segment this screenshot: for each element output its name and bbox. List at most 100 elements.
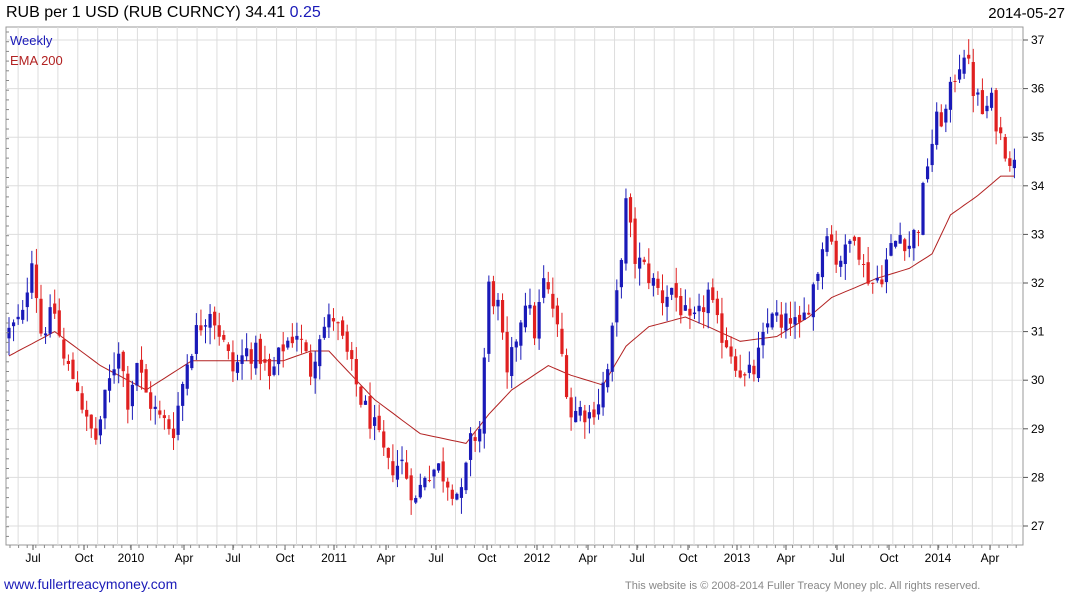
candle-body (112, 369, 116, 376)
candle-body (843, 244, 847, 265)
legend-item: Weekly (10, 33, 53, 48)
candle-body (642, 259, 646, 263)
candle-body (395, 465, 400, 480)
candle-body (350, 350, 354, 360)
candle-body (80, 393, 84, 410)
candle-body (222, 334, 226, 340)
candle-body (834, 240, 838, 265)
candle-body (724, 340, 729, 348)
candle-body (382, 431, 386, 448)
candle-body (948, 81, 953, 110)
candle-body (583, 410, 587, 423)
candle-body (857, 237, 861, 260)
candle-body (103, 389, 107, 419)
candle-body (766, 323, 770, 328)
candle-body (679, 295, 683, 316)
candle-body (500, 300, 505, 333)
candle-body (830, 234, 834, 242)
candle-body (299, 338, 304, 340)
candle-body (893, 240, 898, 247)
candle-body (989, 92, 994, 108)
candle-body (176, 405, 180, 435)
candle-body (967, 54, 971, 59)
candle-body (985, 105, 989, 112)
candle-body (816, 273, 820, 281)
candle-body (194, 325, 198, 354)
candle-body (825, 236, 829, 252)
candle-body (331, 318, 336, 322)
candle-body (1008, 158, 1012, 166)
candle-body (738, 370, 742, 378)
candle-body (944, 108, 948, 123)
candle-body (569, 397, 573, 418)
candle-body (537, 301, 541, 339)
y-tick-label: 33 (1031, 227, 1045, 241)
candle-body (446, 481, 450, 488)
candle-body (601, 382, 605, 408)
candle-body (34, 264, 39, 299)
y-tick-label: 28 (1031, 470, 1045, 484)
candle-body (578, 406, 582, 416)
candle-body (564, 355, 569, 398)
candle-body (235, 362, 240, 373)
candle-body (263, 359, 267, 363)
footer-website-link[interactable]: www.fullertreacymoney.com (4, 576, 177, 592)
candle-body (770, 313, 774, 328)
candle-body (66, 360, 71, 365)
candle-body (688, 308, 692, 316)
footer-copyright: This website is © 2008-2014 Fuller Treac… (625, 580, 981, 592)
candle-body (85, 409, 89, 417)
candle-body (596, 404, 601, 415)
legend-item: EMA 200 (10, 53, 63, 68)
candle-body (670, 287, 674, 295)
candle-body (729, 346, 733, 357)
candle-body (290, 336, 294, 344)
candle-body (313, 361, 317, 379)
candle-body (939, 112, 943, 127)
candle-body (199, 325, 203, 331)
candle-body (341, 320, 345, 336)
candle-body (377, 415, 381, 431)
candle-body (734, 356, 738, 371)
candle-body (615, 290, 619, 323)
candle-body (976, 92, 980, 95)
candle-body (400, 459, 404, 462)
candle-body (181, 383, 185, 406)
price-chart: Jul Oct 2010 Apr Jul Oct 2011 Apr Jul Oct 2012 Apr J… (5, 26, 1045, 565)
candle-body (482, 357, 486, 434)
candle-body (373, 417, 377, 426)
candle-body (473, 437, 477, 441)
candle-body (523, 305, 528, 328)
candle-body (135, 362, 139, 386)
candle-body (839, 260, 843, 267)
candle-body (811, 284, 815, 318)
candle-body (574, 410, 578, 423)
candle-body (149, 392, 153, 409)
candle-body (359, 386, 363, 405)
candle-body (11, 322, 16, 327)
candle-body (363, 400, 368, 405)
candle-body (295, 335, 299, 340)
candle-body (468, 433, 473, 460)
candle-body (464, 462, 468, 491)
candle-body (98, 419, 102, 436)
candle-body (48, 307, 52, 334)
candle-body (820, 249, 825, 278)
candle-body (441, 461, 445, 482)
candle-body (852, 236, 857, 241)
candle-body (354, 358, 358, 385)
x-tick-label: Jul (829, 551, 844, 565)
candle-body (656, 278, 660, 288)
candle-body (628, 197, 633, 223)
candle-body (935, 111, 939, 145)
y-tick-label: 36 (1031, 82, 1045, 96)
candle-body (907, 245, 911, 249)
candle-body (957, 69, 962, 80)
candle-body (258, 338, 262, 364)
candle-body (418, 484, 422, 498)
candle-body (532, 305, 537, 339)
candle-body (322, 326, 326, 338)
candle-body (848, 240, 852, 244)
candle-body (784, 313, 788, 331)
candle-body (889, 243, 893, 256)
